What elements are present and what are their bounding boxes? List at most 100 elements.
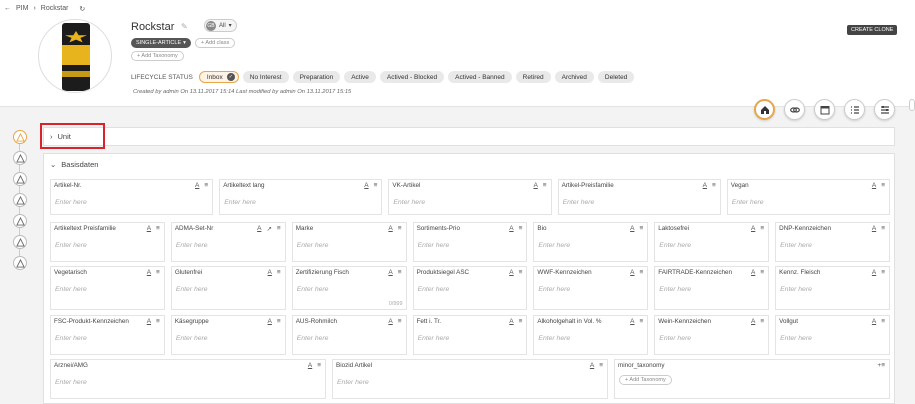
- list-settings-icon[interactable]: [874, 99, 895, 120]
- attribute-field[interactable]: Käsegruppe A ≡ Enter here: [170, 315, 286, 355]
- list-icon[interactable]: ≡: [156, 318, 160, 325]
- refresh-icon[interactable]: ↻: [79, 5, 85, 13]
- translate-icon[interactable]: A: [388, 318, 392, 325]
- attribute-field[interactable]: Alkoholgehalt in Vol. % A ≡ Enter here: [533, 315, 649, 355]
- translate-icon[interactable]: A: [872, 182, 876, 189]
- add-taxonomy-button[interactable]: + Add Taxonomy: [619, 375, 672, 385]
- attribute-field[interactable]: Glutenfrei A ≡ Enter here: [170, 266, 286, 310]
- translate-icon[interactable]: A: [147, 225, 151, 232]
- attribute-input[interactable]: Enter here: [780, 286, 812, 293]
- list-icon[interactable]: ≡: [398, 318, 402, 325]
- lifecycle-state[interactable]: Retired: [515, 71, 551, 83]
- lifecycle-state[interactable]: Inbox ✓: [198, 71, 239, 83]
- lifecycle-state[interactable]: Active: [344, 71, 376, 83]
- back-arrow-icon[interactable]: ←: [4, 5, 11, 12]
- pencil-icon[interactable]: ✎: [181, 22, 188, 31]
- list-icon[interactable]: [844, 99, 865, 120]
- attribute-field[interactable]: Artikel-Nr. A ≡ Enter here: [50, 179, 214, 215]
- list-icon[interactable]: ≡: [398, 269, 402, 276]
- attribute-input[interactable]: Enter here: [55, 242, 87, 249]
- calendar-icon[interactable]: [814, 99, 835, 120]
- home-icon[interactable]: [754, 99, 775, 120]
- attribute-field[interactable]: Vollgut A ≡ Enter here: [775, 315, 890, 355]
- attribute-field[interactable]: AUS-Rohmilch A ≡ Enter here: [291, 315, 407, 355]
- translate-icon[interactable]: A: [308, 362, 312, 369]
- attribute-input[interactable]: Enter here: [176, 335, 208, 342]
- list-icon[interactable]: ≡: [639, 225, 643, 232]
- translate-icon[interactable]: A: [590, 362, 594, 369]
- translate-icon[interactable]: A: [388, 269, 392, 276]
- list-icon[interactable]: ≡: [881, 182, 885, 189]
- attribute-input[interactable]: Enter here: [393, 199, 425, 206]
- section-tree-icon[interactable]: [13, 172, 27, 186]
- attribute-input[interactable]: Enter here: [55, 379, 87, 386]
- create-clone-button[interactable]: CREATE CLONE: [847, 25, 898, 35]
- attribute-field[interactable]: Laktosefrei A ≡ Enter here: [654, 222, 770, 262]
- attribute-field[interactable]: Vegan A ≡ Enter here: [726, 179, 890, 215]
- attribute-field[interactable]: Bio A ≡ Enter here: [533, 222, 649, 262]
- list-icon[interactable]: ≡: [519, 269, 523, 276]
- lifecycle-state[interactable]: Archived: [554, 71, 594, 83]
- attribute-input[interactable]: Enter here: [780, 335, 812, 342]
- attribute-field[interactable]: Produktsiegel ASC A ≡ Enter here: [412, 266, 528, 310]
- attribute-input[interactable]: Enter here: [55, 199, 87, 206]
- attribute-input[interactable]: Enter here: [297, 286, 329, 293]
- breadcrumb-root[interactable]: PIM: [16, 5, 28, 12]
- link-icon[interactable]: [784, 99, 805, 120]
- section-tree-icon[interactable]: [13, 214, 27, 228]
- translate-icon[interactable]: A: [630, 318, 634, 325]
- attribute-input[interactable]: Enter here: [732, 199, 764, 206]
- class-chip[interactable]: SINGLE-ARTICLE ▾: [131, 38, 191, 48]
- list-icon[interactable]: ≡: [277, 269, 281, 276]
- scroll-handle[interactable]: [909, 99, 915, 111]
- lifecycle-state[interactable]: Actived - Blocked: [379, 71, 445, 83]
- add-icon[interactable]: +≡: [877, 362, 885, 369]
- translate-icon[interactable]: A: [872, 225, 876, 232]
- attribute-field[interactable]: VK-Artikel A ≡ Enter here: [388, 179, 552, 215]
- list-icon[interactable]: ≡: [760, 225, 764, 232]
- lifecycle-state[interactable]: Actived - Banned: [448, 71, 512, 83]
- list-icon[interactable]: ≡: [156, 269, 160, 276]
- section-tree-icon[interactable]: [13, 193, 27, 207]
- attribute-input[interactable]: Enter here: [538, 286, 570, 293]
- translate-icon[interactable]: A: [257, 225, 261, 233]
- translate-icon[interactable]: A: [364, 182, 368, 189]
- translate-icon[interactable]: A: [751, 225, 755, 232]
- translate-icon[interactable]: A: [509, 269, 513, 276]
- lifecycle-state[interactable]: Preparation: [292, 71, 341, 83]
- list-icon[interactable]: ≡: [277, 225, 281, 233]
- attribute-field[interactable]: Arznei/AMG A ≡ Enter here: [50, 359, 326, 399]
- translate-icon[interactable]: A: [533, 182, 537, 189]
- list-icon[interactable]: ≡: [519, 225, 523, 232]
- section-tree-icon[interactable]: [13, 130, 27, 144]
- attribute-field[interactable]: DNP-Kennzeichen A ≡ Enter here: [775, 222, 890, 262]
- attribute-field[interactable]: WWF-Kennzeichen A ≡ Enter here: [533, 266, 649, 310]
- attribute-field[interactable]: Artikel-Preisfamilie A ≡ Enter here: [557, 179, 721, 215]
- translate-icon[interactable]: A: [630, 269, 634, 276]
- translate-icon[interactable]: A: [872, 318, 876, 325]
- attribute-input[interactable]: Enter here: [659, 286, 691, 293]
- list-icon[interactable]: ≡: [881, 318, 885, 325]
- attribute-field[interactable]: Marke A ≡ Enter here: [291, 222, 407, 262]
- attribute-input[interactable]: Enter here: [176, 286, 208, 293]
- attribute-field[interactable]: minor_taxonomy +≡ + Add Taxonomy: [614, 359, 890, 399]
- add-class-button[interactable]: + Add class: [194, 38, 236, 48]
- list-icon[interactable]: ≡: [881, 225, 885, 232]
- list-icon[interactable]: ≡: [204, 182, 208, 189]
- translate-icon[interactable]: A: [509, 225, 513, 232]
- attribute-field[interactable]: Sortiments-Prio A ≡ Enter here: [412, 222, 528, 262]
- expand-icon[interactable]: ↗: [266, 225, 271, 233]
- attribute-input[interactable]: Enter here: [176, 242, 208, 249]
- section-tree-icon[interactable]: [13, 151, 27, 165]
- list-icon[interactable]: ≡: [760, 269, 764, 276]
- basisdaten-header[interactable]: ⌄ Basisdaten: [50, 160, 98, 169]
- translate-icon[interactable]: A: [268, 318, 272, 325]
- list-icon[interactable]: ≡: [712, 182, 716, 189]
- attribute-input[interactable]: Enter here: [418, 286, 450, 293]
- translate-icon[interactable]: A: [147, 318, 151, 325]
- list-icon[interactable]: ≡: [543, 182, 547, 189]
- attribute-field[interactable]: Vegetarisch A ≡ Enter here: [50, 266, 165, 310]
- list-icon[interactable]: ≡: [277, 318, 281, 325]
- translate-icon[interactable]: A: [388, 225, 392, 232]
- attribute-field[interactable]: FAIRTRADE-Kennzeichen A ≡ Enter here: [654, 266, 770, 310]
